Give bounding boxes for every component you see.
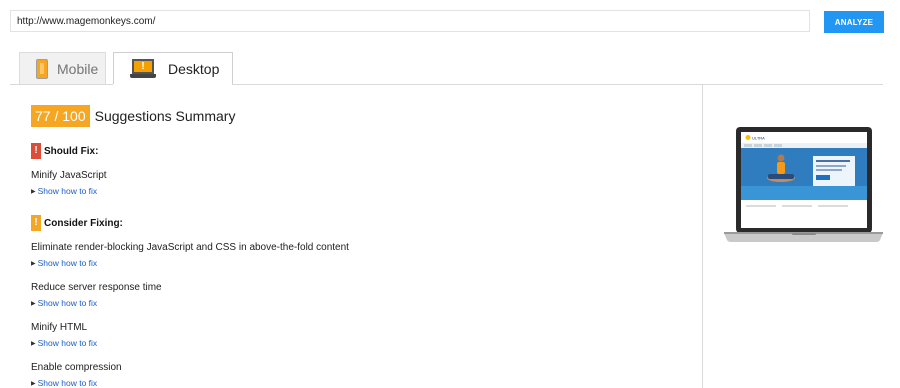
should-fix-warning-icon: ! (31, 143, 41, 159)
desktop-preview: ULTRA (722, 126, 885, 244)
suggestions-panel: 77 / 100 Suggestions Summary ! Should Fi… (31, 105, 681, 388)
link-text: Show how to fix (37, 298, 98, 308)
score-badge: 77 / 100 (31, 105, 90, 127)
analyze-button[interactable]: ANALYZE (824, 11, 884, 33)
show-how-to-fix-link[interactable]: ▶ Show how to fix (31, 338, 681, 348)
rule-title: Minify JavaScript (31, 170, 107, 181)
tab-desktop[interactable]: ! Desktop (113, 52, 233, 85)
list-item: Minify JavaScript ▶ Show how to fix (31, 170, 681, 196)
link-text: Show how to fix (37, 338, 98, 348)
column-divider (702, 85, 703, 388)
list-item: Eliminate render-blocking JavaScript and… (31, 242, 681, 268)
rule-title: Reduce server response time (31, 282, 162, 293)
expand-triangle-icon: ▶ (31, 300, 36, 307)
list-item: Minify HTML ▶ Show how to fix (31, 322, 681, 348)
url-input[interactable] (10, 10, 810, 32)
tab-desktop-label: Desktop (168, 61, 220, 77)
tab-underline (10, 84, 883, 85)
should-fix-heading: ! Should Fix: (31, 143, 681, 159)
desktop-laptop-icon: ! (130, 59, 156, 79)
mobile-phone-icon (36, 58, 48, 79)
show-how-to-fix-link[interactable]: ▶ Show how to fix (31, 378, 681, 388)
consider-fixing-label: Consider Fixing: (44, 217, 123, 229)
expand-triangle-icon: ▶ (31, 188, 36, 195)
list-item: Reduce server response time ▶ Show how t… (31, 282, 681, 308)
summary-header: 77 / 100 Suggestions Summary (31, 105, 681, 127)
link-text: Show how to fix (37, 186, 98, 196)
tab-mobile-label: Mobile (57, 60, 99, 77)
rule-title: Enable compression (31, 362, 122, 373)
show-how-to-fix-link[interactable]: ▶ Show how to fix (31, 186, 681, 196)
expand-triangle-icon: ▶ (31, 340, 36, 347)
should-fix-label: Should Fix: (44, 145, 99, 157)
laptop-screenshot-image: ULTRA (724, 127, 883, 242)
preview-brand-text: ULTRA (752, 136, 765, 141)
show-how-to-fix-link[interactable]: ▶ Show how to fix (31, 258, 681, 268)
rule-title: Eliminate render-blocking JavaScript and… (31, 242, 349, 253)
link-text: Show how to fix (37, 258, 98, 268)
tab-mobile[interactable]: Mobile (19, 52, 106, 84)
consider-fixing-heading: ! Consider Fixing: (31, 215, 681, 231)
list-item: Enable compression ▶ Show how to fix (31, 362, 681, 388)
summary-title: Suggestions Summary (94, 108, 236, 124)
consider-fixing-warning-icon: ! (31, 215, 41, 231)
link-text: Show how to fix (37, 378, 98, 388)
expand-triangle-icon: ▶ (31, 380, 36, 387)
expand-triangle-icon: ▶ (31, 260, 36, 267)
rule-title: Minify HTML (31, 322, 88, 333)
show-how-to-fix-link[interactable]: ▶ Show how to fix (31, 298, 681, 308)
